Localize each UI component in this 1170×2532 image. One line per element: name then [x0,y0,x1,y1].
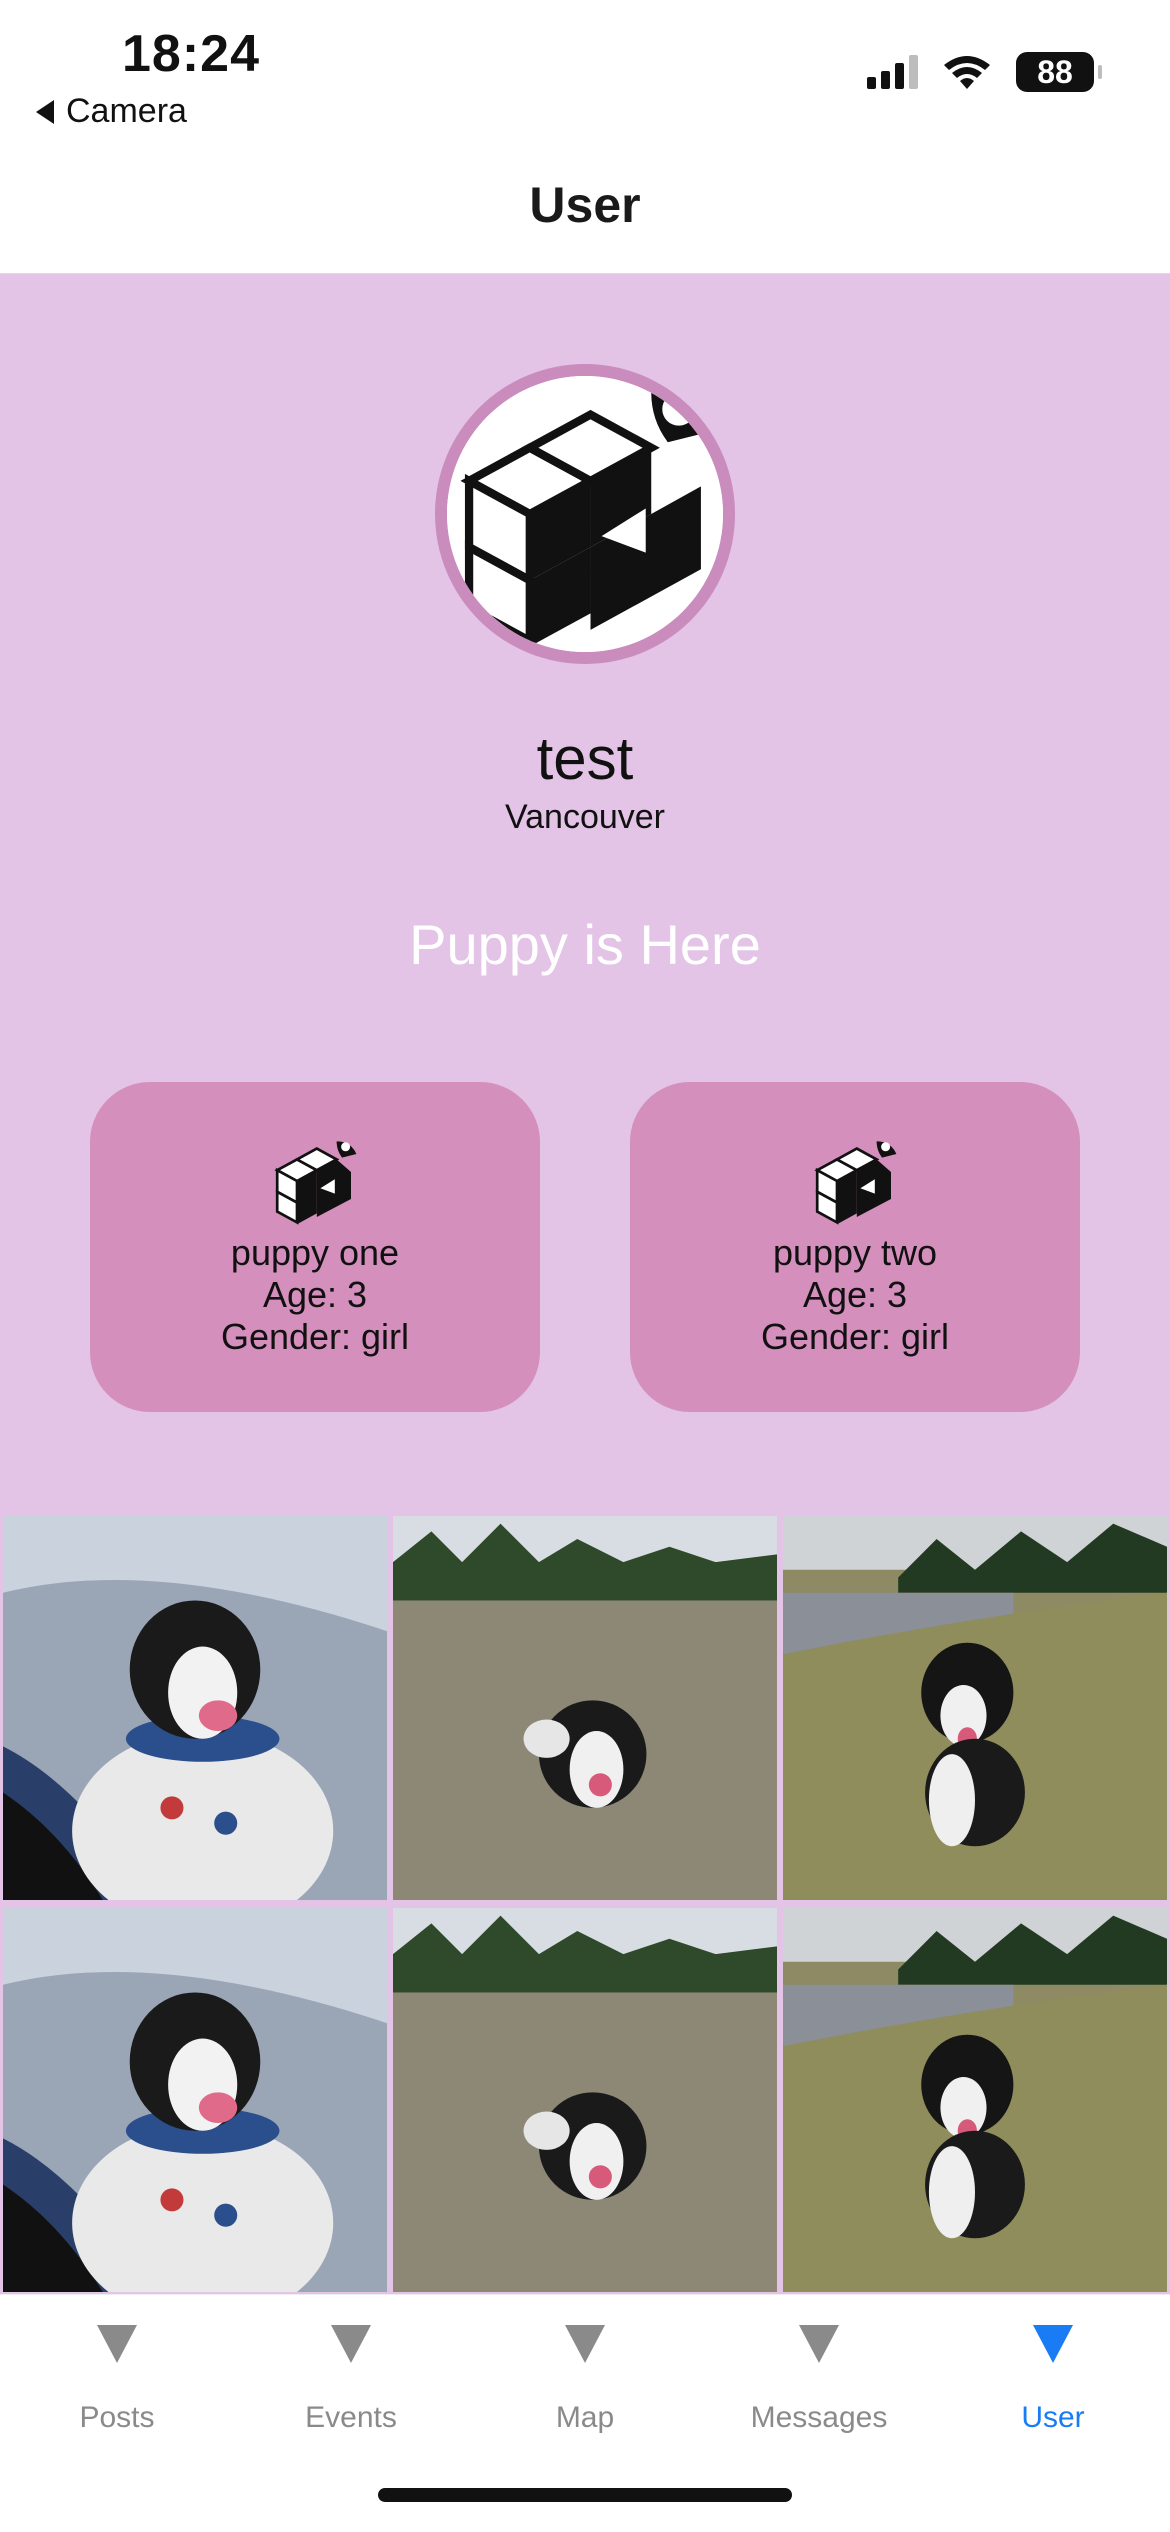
tab-user[interactable]: User [936,2325,1170,2435]
battery-icon: 88 [1016,52,1102,92]
home-indicator[interactable] [378,2488,792,2502]
pet-cube-icon [814,1141,897,1225]
photo-astronaut-dog[interactable] [3,1516,387,1900]
nav-header: User [0,150,1170,274]
tab-map[interactable]: Map [468,2325,702,2435]
tab-label: Events [305,2401,397,2434]
photo-dog-on-grass[interactable] [783,1516,1167,1900]
back-link-label: Camera [66,92,187,130]
profile-section: test Vancouver Puppy is Here puppy one A… [0,274,1170,1514]
photo-dog-in-lake[interactable] [393,1908,777,2292]
avatar[interactable] [435,364,735,664]
tab-label: Messages [750,2401,888,2434]
triangle-down-icon [331,2325,371,2363]
status-bar: 18:24 Camera 88 [0,0,1170,150]
status-time: 18:24 [122,25,260,83]
triangle-down-icon [565,2325,605,2363]
photo-dog-on-grass[interactable] [783,1908,1167,2292]
pet-name: puppy one [230,1232,400,1273]
pet-gender: Gender: girl [760,1316,950,1357]
tab-events[interactable]: Events [234,2325,468,2435]
triangle-down-icon [1033,2325,1073,2363]
pet-name: puppy two [772,1232,938,1273]
pet-gender: Gender: girl [220,1316,410,1357]
status-icons: 88 [867,52,1102,92]
page-title: User [529,177,641,233]
tab-posts[interactable]: Posts [0,2325,234,2435]
pet-age: Age: 3 [802,1274,908,1315]
triangle-down-icon [799,2325,839,2363]
wifi-icon [944,56,990,89]
photo-grid [0,1514,1170,2294]
cellular-signal-icon [867,55,918,89]
back-arrow-icon [36,99,54,124]
pet-card-puppy-one[interactable]: puppy one Age: 3 Gender: girl [90,1082,540,1412]
back-to-camera-link[interactable]: Camera [36,92,187,131]
tab-messages[interactable]: Messages [702,2325,936,2435]
tab-label: Map [555,2401,615,2434]
tab-label: User [1021,2401,1085,2434]
pet-card-puppy-two[interactable]: puppy two Age: 3 Gender: girl [630,1082,1080,1412]
pet-cube-icon [274,1141,357,1225]
photo-astronaut-dog[interactable] [3,1908,387,2292]
profile-headline: Puppy is Here [409,913,761,976]
pet-age: Age: 3 [262,1274,368,1315]
user-name: test [536,725,634,792]
user-city: Vancouver [504,798,666,836]
tab-label: Posts [79,2401,155,2434]
photo-dog-in-lake[interactable] [393,1516,777,1900]
avatar-cube-icon [447,376,723,652]
triangle-down-icon [97,2325,137,2363]
